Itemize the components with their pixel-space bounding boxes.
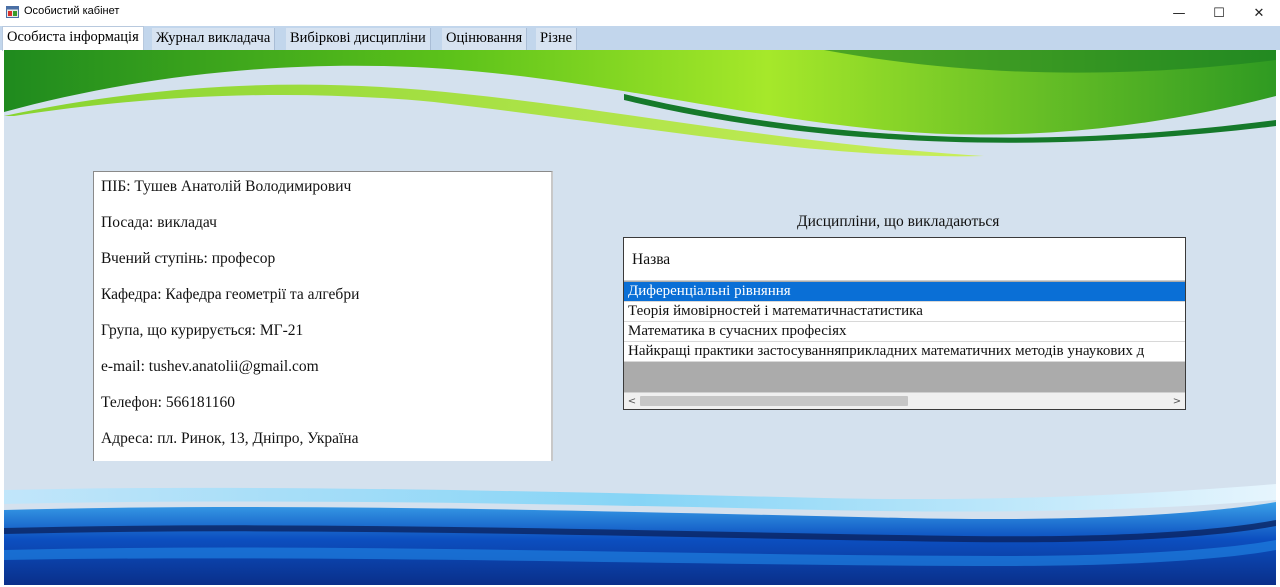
app-window-icon	[6, 6, 19, 18]
discipline-name: Математика в сучасних професіях	[628, 323, 847, 339]
tab-grading[interactable]: Оцінювання	[442, 28, 528, 50]
curated-group-label: Група, що курирується: МГ-21	[101, 322, 304, 339]
minimize-icon: —	[1172, 5, 1186, 21]
title-bar: Особистий кабінет — ☐ ✕	[0, 0, 1280, 26]
grid-row[interactable]: Математика в сучасних професіях	[624, 322, 1185, 342]
department-label: Кафедра: Кафедра геометрії та алгебри	[101, 286, 360, 303]
disciplines-title: Дисципліни, що викладаються	[797, 213, 1000, 230]
close-icon: ✕	[1253, 5, 1265, 21]
discipline-name: Теорія ймовірностей і математичнастатист…	[628, 303, 923, 319]
tab-strip: Особиста інформація Журнал викладача Виб…	[0, 26, 1280, 51]
scroll-right-arrow-icon[interactable]: >	[1169, 393, 1185, 409]
scroll-thumb[interactable]	[640, 396, 908, 406]
maximize-icon: ☐	[1213, 5, 1225, 21]
phone-label: Телефон: 566181160	[101, 394, 236, 411]
scroll-left-arrow-icon[interactable]: <	[624, 393, 640, 409]
academic-degree-label: Вчений ступінь: професор	[101, 250, 276, 267]
address-label: Адреса: пл. Ринок, 13, Дніпро, Україна	[101, 430, 359, 447]
email-label: e-mail: tushev.anatolii@gmail.com	[101, 358, 319, 375]
personal-info-box: ПІБ: Тушев Анатолій Володимирович Посада…	[93, 171, 553, 461]
horizontal-scrollbar[interactable]: < >	[624, 392, 1185, 409]
tab-elective-disciplines[interactable]: Вибіркові дисципліни	[286, 28, 431, 50]
window-title: Особистий кабінет	[24, 5, 120, 17]
discipline-name: Найкращі практики застосуванняприкладних…	[628, 343, 1145, 359]
tab-misc[interactable]: Різне	[536, 28, 578, 50]
tab-personal-info[interactable]: Особиста інформація	[2, 26, 144, 51]
position-label: Посада: викладач	[101, 214, 217, 231]
green-wave-banner	[4, 50, 1276, 157]
disciplines-grid[interactable]: Назва Диференціальні рівняння Теорія ймо…	[623, 237, 1186, 410]
tab-teacher-journal[interactable]: Журнал викладача	[152, 28, 276, 50]
discipline-name: Диференціальні рівняння	[628, 283, 791, 299]
full-name-label: ПІБ: Тушев Анатолій Володимирович	[101, 178, 352, 195]
grid-row[interactable]: Теорія ймовірностей і математичнастатист…	[624, 302, 1185, 322]
personal-info-panel: ПІБ: Тушев Анатолій Володимирович Посада…	[4, 50, 1276, 585]
column-header-name[interactable]: Назва	[624, 238, 1185, 281]
grid-row[interactable]: Найкращі практики застосуванняприкладних…	[624, 342, 1185, 362]
grid-row[interactable]: Диференціальні рівняння	[624, 282, 1185, 302]
blue-wave-banner	[4, 484, 1276, 585]
close-button[interactable]: ✕	[1236, 0, 1280, 26]
column-header-label: Назва	[632, 251, 671, 268]
